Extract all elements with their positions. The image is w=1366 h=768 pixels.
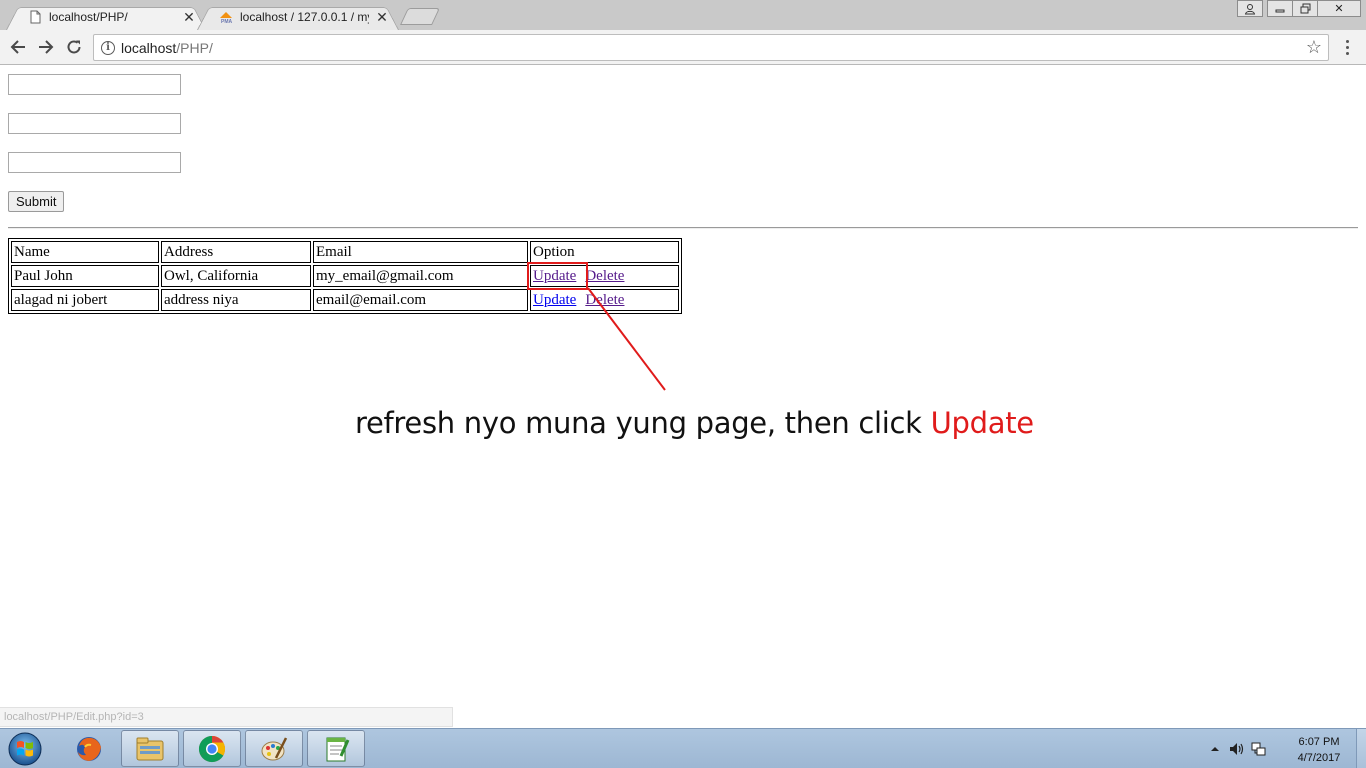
back-icon[interactable]	[7, 36, 29, 58]
clock[interactable]: 6:07 PM 4/7/2017	[1284, 734, 1354, 766]
forward-icon[interactable]	[35, 36, 57, 58]
clock-date: 4/7/2017	[1297, 752, 1341, 764]
new-tab-button[interactable]	[400, 8, 440, 25]
address-input[interactable]	[8, 113, 181, 134]
delete-link[interactable]: Delete	[585, 268, 624, 284]
system-tray	[1210, 729, 1267, 768]
close-window-icon[interactable]: ✕	[1317, 0, 1361, 17]
address-bar[interactable]: i localhost/PHP/ ☆	[93, 34, 1329, 61]
firefox-icon[interactable]	[60, 730, 118, 767]
info-icon[interactable]: i	[101, 41, 115, 55]
chrome-icon[interactable]	[183, 730, 241, 767]
url-text[interactable]: localhost/PHP/	[121, 40, 213, 56]
cell-name: Paul John	[11, 265, 159, 287]
cell-address: address niya	[161, 289, 311, 311]
annotation-text: refresh nyo muna yung page, then click	[355, 406, 931, 440]
header-name: Name	[11, 241, 159, 263]
tab-title: localhost / 127.0.0.1 / my	[240, 10, 369, 24]
tab-localhost-php[interactable]: localhost/PHP/ ✕	[6, 4, 206, 31]
header-email: Email	[313, 241, 528, 263]
profile-button[interactable]	[1237, 0, 1263, 17]
svg-text:PMA: PMA	[221, 19, 233, 24]
table-header-row: Name Address Email Option	[11, 241, 679, 263]
notepadpp-icon[interactable]	[307, 730, 365, 767]
email-input[interactable]	[8, 152, 181, 173]
tab-close-icon[interactable]: ✕	[182, 10, 196, 24]
submit-button[interactable]: Submit	[8, 191, 65, 212]
menu-icon[interactable]	[1341, 38, 1353, 56]
clock-time: 6:07 PM	[1298, 736, 1340, 748]
header-option: Option	[530, 241, 679, 263]
url-host: localhost	[121, 40, 177, 56]
name-input[interactable]	[8, 74, 181, 95]
annotation-caption: refresh nyo muna yung page, then click U…	[355, 406, 1034, 440]
cell-email: email@email.com	[313, 289, 528, 311]
status-url-bubble: localhost/PHP/Edit.php?id=3	[0, 707, 453, 727]
profile-icon[interactable]	[1237, 0, 1263, 17]
annotation-arrow-line	[587, 287, 666, 391]
minimize-icon[interactable]	[1267, 0, 1293, 17]
tab-strip: localhost/PHP/ ✕ PMA localhost / 127.0.0…	[0, 0, 1366, 31]
browser-toolbar: i localhost/PHP/ ☆	[0, 30, 1366, 65]
window-controls: ✕	[1267, 0, 1361, 17]
update-link[interactable]: Update	[533, 292, 576, 308]
table-row: alagad ni jobert address niya email@emai…	[11, 289, 679, 311]
tab-phpmyadmin[interactable]: PMA localhost / 127.0.0.1 / my ✕	[197, 4, 399, 31]
phpmyadmin-icon: PMA	[220, 12, 233, 24]
show-desktop-button[interactable]	[1356, 729, 1366, 768]
taskbar: 6:07 PM 4/7/2017	[0, 728, 1366, 768]
explorer-icon[interactable]	[121, 730, 179, 767]
delete-link[interactable]: Delete	[585, 292, 624, 308]
volume-icon[interactable]	[1229, 741, 1245, 757]
cell-name: alagad ni jobert	[11, 289, 159, 311]
url-path: /PHP/	[176, 40, 213, 56]
paint-icon[interactable]	[245, 730, 303, 767]
network-icon[interactable]	[1251, 741, 1267, 757]
restore-icon[interactable]	[1292, 0, 1318, 17]
show-hidden-icons-icon[interactable]	[1210, 744, 1220, 754]
windows-start-icon[interactable]	[3, 731, 47, 767]
tab-close-icon[interactable]: ✕	[375, 10, 389, 24]
annotation-highlight-box	[527, 262, 588, 290]
bookmark-star-icon[interactable]: ☆	[1306, 37, 1322, 58]
reload-icon[interactable]	[63, 36, 85, 58]
annotation-highlight: Update	[930, 406, 1035, 440]
horizontal-rule	[8, 227, 1358, 229]
cell-address: Owl, California	[161, 265, 311, 287]
header-address: Address	[161, 241, 311, 263]
page-icon	[30, 10, 41, 24]
tab-title: localhost/PHP/	[49, 10, 128, 24]
cell-option: Update Delete	[530, 289, 679, 311]
cell-email: my_email@gmail.com	[313, 265, 528, 287]
